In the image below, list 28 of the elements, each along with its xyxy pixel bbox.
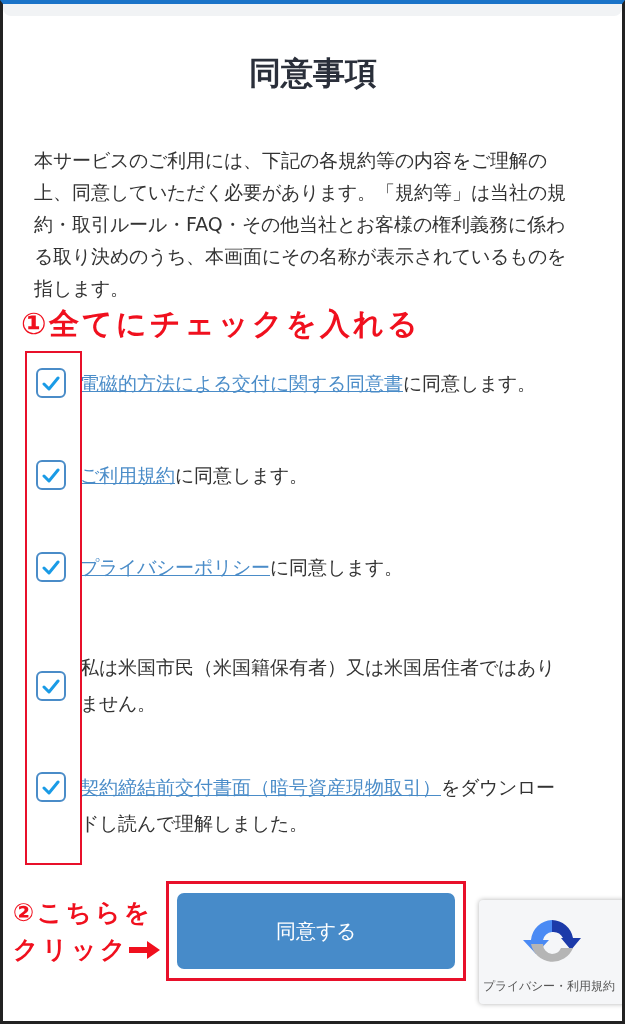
arrow-icon	[129, 939, 161, 960]
checkbox[interactable]	[36, 552, 66, 582]
document-link[interactable]: プライバシーポリシー	[80, 556, 270, 578]
agreement-text: 私は米国市民（米国籍保有者）又は米国居住者ではありません。	[80, 655, 556, 716]
check-icon	[42, 678, 60, 694]
agreement-text: プライバシーポリシーに同意します。	[80, 555, 403, 580]
document-link[interactable]: ご利用規約	[80, 464, 175, 486]
check-icon	[42, 779, 60, 795]
document-link[interactable]: 電磁的方法による交付に関する同意書	[80, 372, 403, 394]
recaptcha-badge[interactable]: プライバシー・利用規約	[479, 900, 622, 1004]
document-link[interactable]: 契約締結前交付書面（暗号資産現物取引）	[80, 776, 441, 798]
checkbox[interactable]	[36, 671, 66, 701]
check-icon	[42, 559, 60, 575]
page-title: 同意事項	[247, 53, 378, 94]
step-annotation: クリック	[13, 934, 129, 966]
check-icon	[42, 375, 60, 391]
checkbox[interactable]	[36, 460, 66, 490]
checkbox[interactable]	[36, 368, 66, 398]
checkbox[interactable]	[36, 772, 66, 802]
step-annotation: ①全てにチェックを入れる	[21, 305, 423, 343]
agreement-text: 電磁的方法による交付に関する同意書に同意します。	[80, 371, 536, 396]
recaptcha-footer[interactable]: プライバシー・利用規約	[483, 978, 615, 995]
agreement-text: 契約締結前交付書面（暗号資産現物取引）をダウンロードし読んで理解しました。	[80, 775, 556, 836]
intro-paragraph: 本サービスのご利用には、下記の各規約等の内容をご理解の上、同意していただく必要があります。「規約等」は当社の規約・取引ルール・FAQ・その他当社とお客様の権利義務に係わる取り決めのうち、本画面にその名称が表示されているものを指します。	[34, 148, 567, 301]
agree-button[interactable]: 同意する	[177, 893, 455, 969]
agreement-text: ご利用規約に同意します。	[80, 463, 308, 488]
check-icon	[42, 467, 60, 483]
step-annotation: ②こちらを	[13, 897, 155, 929]
